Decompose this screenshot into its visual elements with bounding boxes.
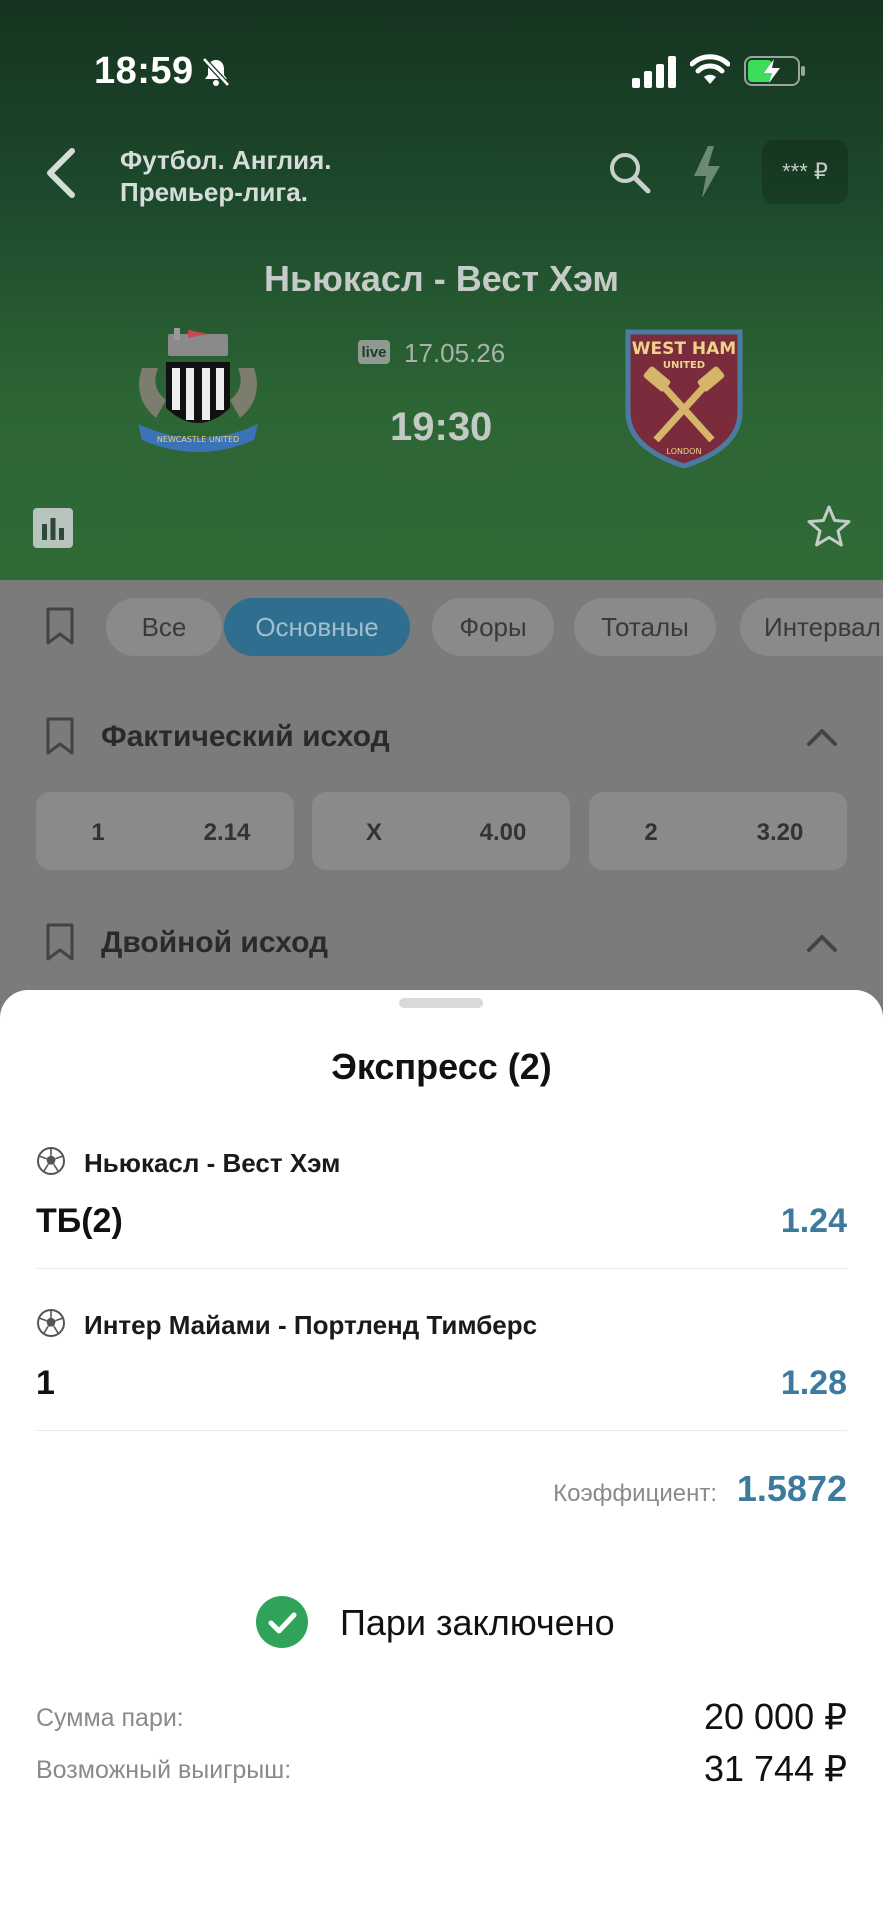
wifi-icon [690,54,730,84]
odd-value: 3.20 [756,819,804,846]
tab-totals[interactable]: Тоталы [574,598,716,656]
betslip-title: Экспресс (2) [331,1046,552,1087]
bell-muted-icon [202,57,230,87]
bet-event-name: Интер Майами - Портленд Тимберс [84,1310,538,1340]
lightning-icon[interactable] [690,144,724,200]
tab-main[interactable]: Основные [224,598,410,656]
status-bar: 18:59 [0,0,883,140]
divider [36,1268,847,1269]
odd-value: 2.14 [203,819,251,846]
odd-value: 4.00 [479,819,527,846]
league-line-1: Футбол. Англия. [120,145,332,175]
bet-odd: 1.28 [780,1364,847,1402]
bet-selection: ТБ(2) [36,1202,123,1240]
odd-button-draw[interactable]: X 4.00 [312,792,570,870]
signal-icon [632,56,676,88]
market-title-double-outcome: Двойной исход [101,926,329,959]
bet-odd: 1.24 [780,1202,847,1240]
match-time: 19:30 [390,405,493,449]
bet-event-name: Ньюкасл - Вест Хэм [84,1148,341,1178]
chevron-up-icon[interactable] [805,932,839,954]
west-ham-logo-line3: LONDON [667,447,702,456]
newcastle-logo-text: NEWCASTLE UNITED [157,435,239,444]
bookmark-icon[interactable] [44,606,76,646]
payout-label: Возможный выигрыш: [36,1756,292,1784]
success-check-icon [256,1596,308,1648]
status-time: 18:59 [94,50,194,92]
odd-label: X [365,819,382,846]
west-ham-logo-line1: WEST HAM [632,339,736,359]
tab-all[interactable]: Все [106,598,222,656]
stake-value: 20 000 ₽ [703,1696,847,1737]
battery-charging-icon [744,56,805,86]
stats-button[interactable] [33,508,73,548]
bookmark-icon[interactable] [44,716,76,756]
bookmark-icon[interactable] [44,922,76,962]
favorite-star-icon[interactable] [806,504,852,550]
newcastle-crest-icon: NEWCASTLE UNITED [138,328,258,452]
divider [36,1430,847,1431]
league-line-2: Премьер-лига. [120,177,308,207]
betslip-sheet: Экспресс (2) Ньюкасл - Вест Хэм ТБ(2) 1.… [0,990,883,1920]
payout-value: 31 744 ₽ [703,1748,847,1789]
odd-label: 1 [91,819,105,846]
west-ham-logo-line2: UNITED [663,360,705,371]
search-icon[interactable] [605,148,653,196]
odd-button-home[interactable]: 1 2.14 [36,792,294,870]
tab-handicaps[interactable]: Форы [432,598,554,656]
match-header: 18:59 Футбол. Англия. Премьер-лига. *** … [0,0,883,580]
live-badge: live [358,340,390,364]
match-title: Ньюкасл - Вест Хэм [263,258,620,299]
sheet-drag-handle[interactable] [399,998,483,1008]
bet-selection: 1 [36,1364,55,1402]
west-ham-crest-icon: WEST HAM UNITED LONDON [625,329,743,468]
coefficient-label: Коэффициент: [553,1480,717,1507]
bet-placed-message: Пари заключено [340,1602,615,1643]
match-date: 17.05.26 [404,338,506,368]
back-arrow-icon[interactable] [40,145,84,201]
odd-label: 2 [644,819,658,846]
soccer-ball-icon [37,1147,65,1175]
soccer-ball-icon [37,1309,65,1337]
tab-intervals[interactable]: Интервал [740,598,883,656]
chevron-up-icon[interactable] [805,726,839,748]
market-title-actual-outcome: Фактический исход [101,720,390,753]
odd-button-away[interactable]: 2 3.20 [589,792,847,870]
stake-label: Сумма пари: [36,1704,184,1732]
coefficient-value: 1.5872 [736,1468,847,1509]
bar-chart-icon [42,518,64,540]
league-name: Футбол. Англия. Премьер-лига. [120,144,332,208]
balance-button[interactable]: *** ₽ [762,140,848,204]
